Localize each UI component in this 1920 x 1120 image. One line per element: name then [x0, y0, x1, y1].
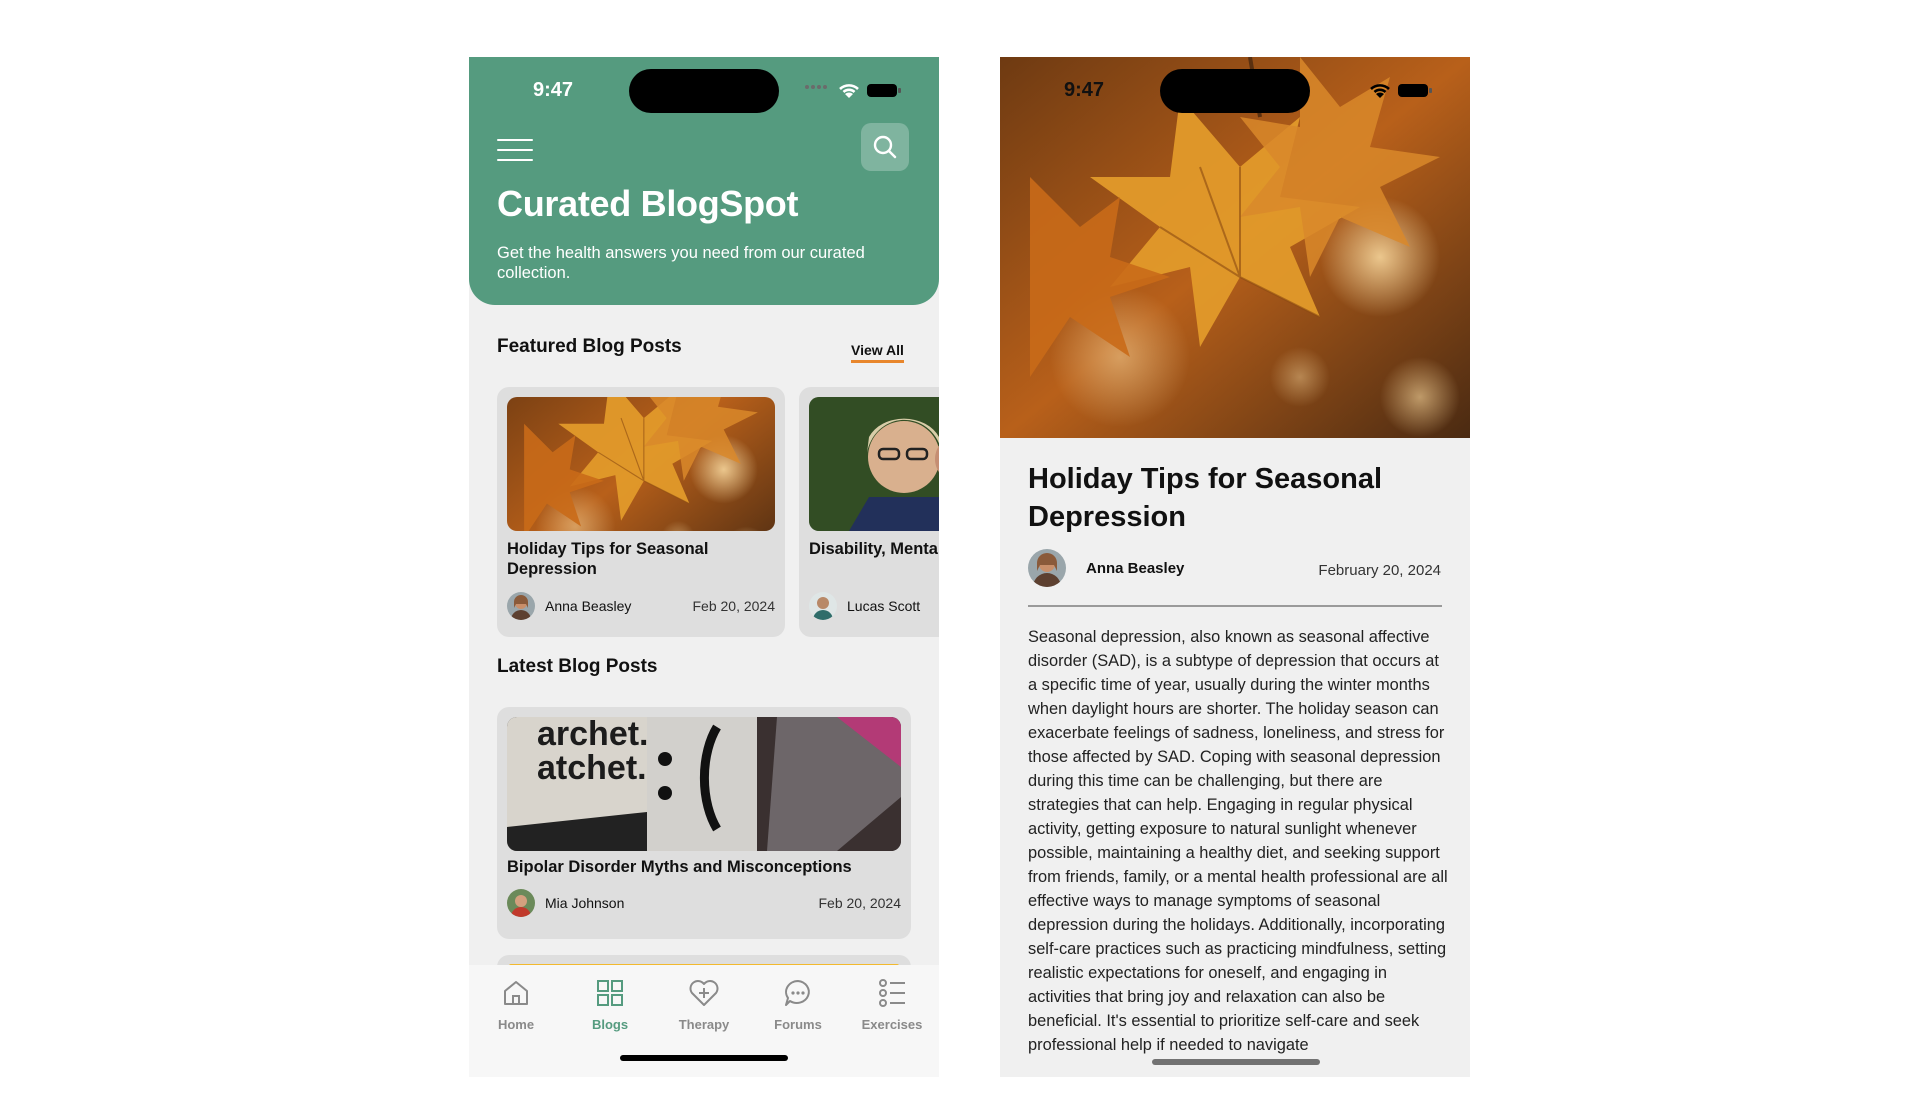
home-indicator	[620, 1055, 788, 1061]
article-screen: 9:47 Holiday Tips for Seasonal Depressio…	[1000, 57, 1470, 1077]
signal-icon	[805, 85, 831, 91]
svg-text:atchet.: atchet.	[537, 749, 647, 787]
card-thumbnail	[507, 397, 775, 531]
article-author: Anna Beasley	[1086, 560, 1185, 577]
status-bar: 9:47	[469, 57, 939, 117]
avatar	[507, 592, 535, 620]
hamburger-menu-icon[interactable]	[497, 137, 535, 163]
tab-forums[interactable]: Forums	[753, 977, 843, 1032]
list-icon	[879, 979, 905, 1007]
blog-list-screen: Curated BlogSpot Get the health answers …	[469, 57, 939, 1077]
chat-bubble-icon	[785, 980, 810, 1006]
tab-home[interactable]: Home	[471, 977, 561, 1032]
article-title: Holiday Tips for Seasonal Depression	[1028, 463, 1383, 533]
card-title: Disability, Mental Ableism	[809, 540, 939, 558]
status-time: 9:47	[1064, 79, 1105, 101]
card-author: Mia Johnson	[545, 895, 625, 911]
card-title: Holiday Tips for Seasonal Depression	[507, 540, 709, 578]
search-button[interactable]	[861, 123, 909, 171]
svg-text:archet.: archet.	[537, 717, 649, 753]
tab-therapy[interactable]: Therapy	[659, 977, 749, 1032]
card-author: Lucas Scott	[847, 598, 921, 614]
wifi-icon	[839, 84, 859, 98]
status-bar: 9:47	[1000, 57, 1470, 117]
tab-blogs[interactable]: Blogs	[565, 977, 655, 1032]
article-body: Seasonal depression, also known as seaso…	[1028, 628, 1448, 1054]
page-title: Curated BlogSpot	[497, 183, 799, 224]
tab-label: Forums	[774, 1017, 822, 1032]
tab-label: Blogs	[591, 1017, 629, 1032]
heart-plus-icon	[689, 980, 719, 1006]
status-time: 9:47	[533, 79, 574, 101]
article-date: February 20, 2024	[1318, 562, 1441, 579]
card-date: Feb 20, 2024	[692, 598, 775, 614]
tab-label: Home	[497, 1017, 535, 1032]
dynamic-island	[1160, 69, 1310, 113]
divider	[1028, 605, 1442, 607]
featured-card[interactable]: Disability, Mental Ableism Lucas Scott	[799, 387, 939, 637]
tab-exercises[interactable]: Exercises	[847, 977, 937, 1032]
search-icon	[873, 135, 897, 159]
card-date: Feb 20, 2024	[818, 895, 901, 911]
view-all-link[interactable]: View All	[851, 342, 904, 363]
card-thumbnail	[809, 397, 939, 531]
wifi-icon	[1370, 84, 1390, 98]
tab-label: Exercises	[861, 1017, 923, 1032]
latest-card[interactable]: archet. atchet. Bipolar Disorder Myths an…	[497, 707, 911, 939]
home-icon	[504, 981, 528, 1005]
tab-label: Therapy	[678, 1017, 730, 1032]
home-indicator	[1152, 1059, 1320, 1065]
card-thumbnail: archet. atchet.	[507, 717, 901, 851]
latest-section-title: Latest Blog Posts	[497, 656, 658, 677]
featured-section-title: Featured Blog Posts	[497, 336, 682, 357]
page-subtitle: Get the health answers you need from our…	[497, 244, 865, 282]
featured-card[interactable]: Holiday Tips for Seasonal Depression Ann…	[497, 387, 785, 637]
author-avatar	[1028, 549, 1066, 587]
card-author: Anna Beasley	[545, 598, 632, 614]
avatar	[809, 592, 837, 620]
grid-icon	[597, 980, 623, 1006]
battery-icon	[867, 84, 901, 97]
battery-icon	[1398, 84, 1432, 97]
card-title: Bipolar Disorder Myths and Misconception…	[507, 858, 852, 876]
avatar	[507, 889, 535, 917]
dynamic-island	[629, 69, 779, 113]
